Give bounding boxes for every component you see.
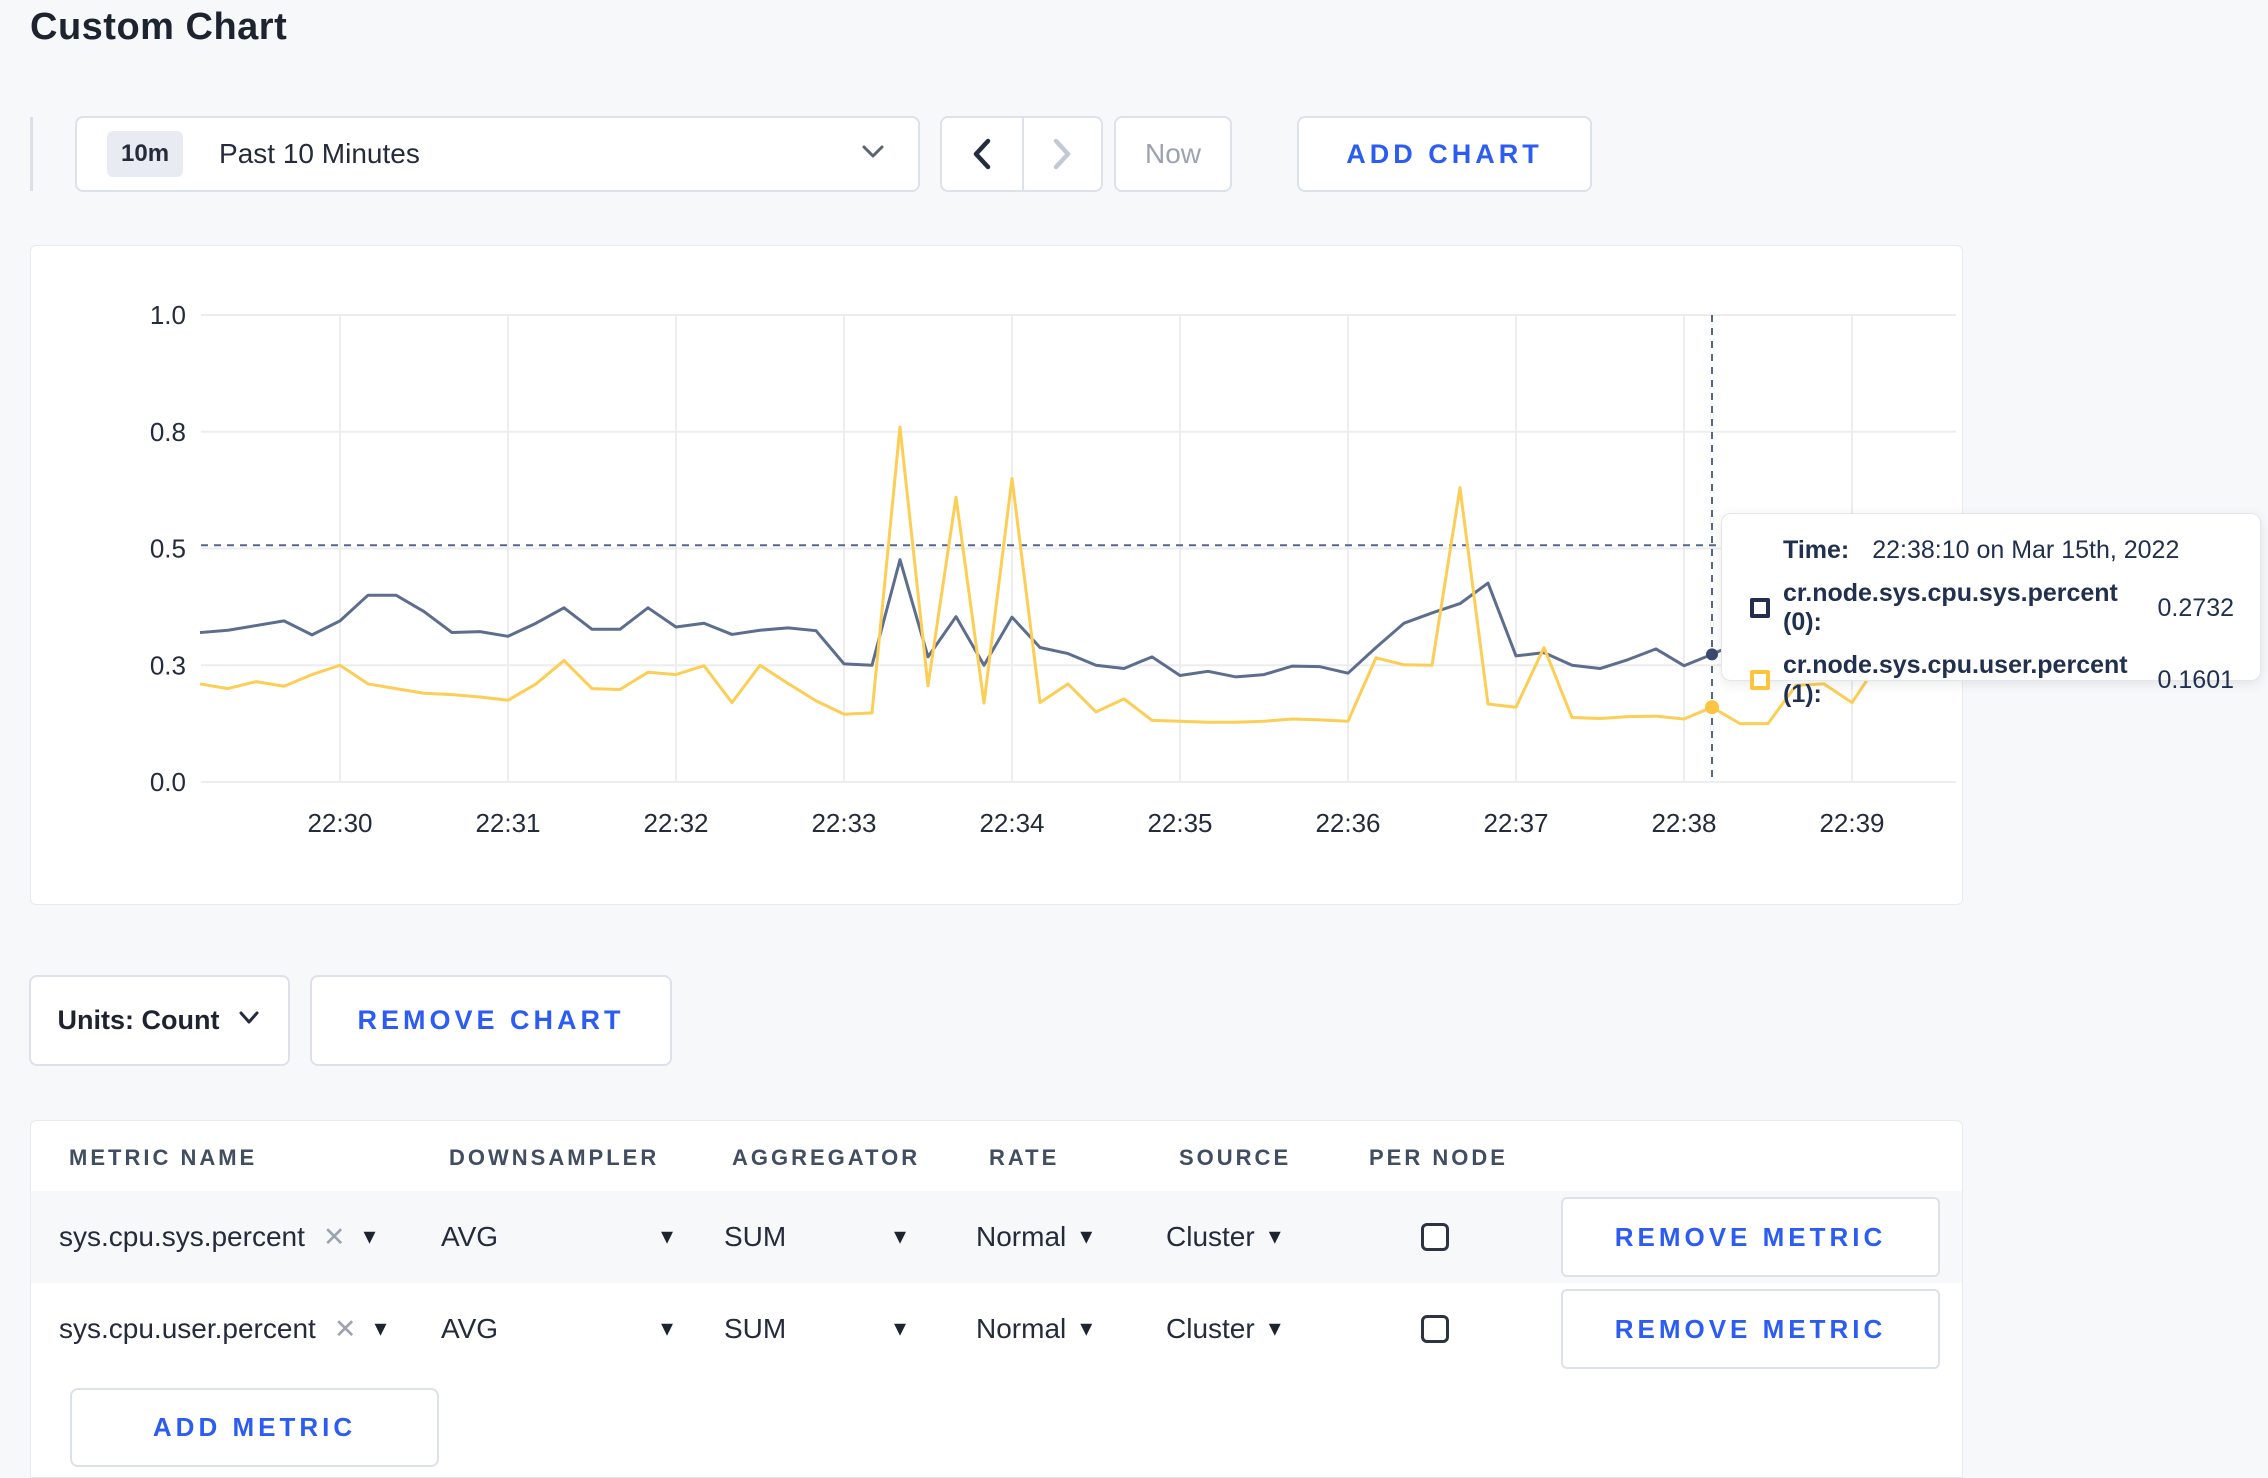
metrics-table: METRIC NAME DOWNSAMPLER AGGREGATOR RATE … <box>30 1120 1963 1478</box>
col-header-per-node: PER NODE <box>1369 1145 1508 1170</box>
svg-text:0.0: 0.0 <box>150 767 186 797</box>
source-select[interactable]: Cluster ▾ <box>1166 1191 1281 1283</box>
svg-text:22:33: 22:33 <box>811 808 876 838</box>
svg-text:22:35: 22:35 <box>1147 808 1212 838</box>
svg-text:0.3: 0.3 <box>150 650 186 680</box>
time-range-label: Past 10 Minutes <box>219 138 420 169</box>
add-chart-button[interactable]: ADD CHART <box>1297 116 1592 192</box>
metrics-table-header: METRIC NAME DOWNSAMPLER AGGREGATOR RATE … <box>31 1121 1962 1191</box>
svg-text:22:32: 22:32 <box>643 808 708 838</box>
time-nav-group <box>940 116 1103 192</box>
tooltip-series-row: cr.node.sys.cpu.sys.percent (0): 0.2732 <box>1750 579 2234 637</box>
caret-down-icon: ▾ <box>660 1315 673 1342</box>
clear-metric-icon[interactable]: ✕ <box>323 1222 346 1253</box>
caret-down-icon: ▾ <box>660 1223 673 1250</box>
next-time-button[interactable] <box>1021 118 1102 190</box>
col-header-metric-name: METRIC NAME <box>69 1145 258 1170</box>
svg-text:22:31: 22:31 <box>475 808 540 838</box>
caret-down-icon: ▾ <box>1080 1223 1093 1250</box>
chart-tooltip: Time: 22:38:10 on Mar 15th, 2022 cr.node… <box>1721 513 2261 708</box>
col-header-rate: RATE <box>989 1145 1060 1170</box>
chevron-right-icon <box>1054 138 1071 170</box>
tooltip-value: 0.2732 <box>2157 593 2234 622</box>
downsampler-select[interactable]: AVG ▾ <box>441 1191 673 1283</box>
aggregator-select[interactable]: SUM ▾ <box>724 1283 906 1375</box>
caret-down-icon: ▾ <box>1268 1223 1281 1250</box>
chevron-down-icon <box>237 1010 261 1031</box>
downsampler-select[interactable]: AVG ▾ <box>441 1283 673 1375</box>
tooltip-time: Time: 22:38:10 on Mar 15th, 2022 <box>1783 536 2180 564</box>
add-metric-button[interactable]: ADD METRIC <box>70 1388 439 1467</box>
col-header-downsampler: DOWNSAMPLER <box>449 1145 660 1170</box>
source-select[interactable]: Cluster ▾ <box>1166 1283 1281 1375</box>
units-dropdown[interactable]: Units: Count <box>29 975 290 1066</box>
chart-svg[interactable]: 0.0 0.3 0.5 0.8 1.0 22:30 22:31 22:32 22:33 22:34… <box>31 246 1962 904</box>
svg-text:22:38: 22:38 <box>1651 808 1716 838</box>
toolbar-divider <box>30 117 33 191</box>
metric-name-select[interactable]: sys.cpu.user.percent ✕ ▾ <box>59 1283 386 1375</box>
tooltip-value: 0.1601 <box>2157 665 2234 694</box>
page-title: Custom Chart <box>30 6 288 48</box>
col-header-source: SOURCE <box>1179 1145 1292 1170</box>
metric-row: sys.cpu.user.percent ✕ ▾ AVG ▾ SUM ▾ Nor… <box>31 1283 1962 1375</box>
remove-metric-button[interactable]: REMOVE METRIC <box>1561 1289 1940 1369</box>
series-swatch-sys <box>1750 598 1770 618</box>
remove-chart-button[interactable]: REMOVE CHART <box>310 975 672 1066</box>
chevron-left-icon <box>973 138 990 170</box>
svg-text:22:30: 22:30 <box>307 808 372 838</box>
caret-down-icon: ▾ <box>1080 1315 1093 1342</box>
prev-time-button[interactable] <box>942 118 1022 190</box>
svg-text:0.8: 0.8 <box>150 417 186 447</box>
svg-text:22:36: 22:36 <box>1315 808 1380 838</box>
caret-down-icon: ▾ <box>893 1223 906 1250</box>
caret-down-icon: ▾ <box>363 1223 376 1250</box>
time-range-badge: 10m <box>107 131 184 177</box>
now-button[interactable]: Now <box>1114 116 1232 192</box>
caret-down-icon: ▾ <box>893 1315 906 1342</box>
chart-card[interactable]: 0.0 0.3 0.5 0.8 1.0 22:30 22:31 22:32 22:33 22:34… <box>30 245 1963 905</box>
clear-metric-icon[interactable]: ✕ <box>334 1314 357 1345</box>
svg-text:22:39: 22:39 <box>1819 808 1884 838</box>
svg-text:1.0: 1.0 <box>150 300 186 330</box>
series-swatch-user <box>1750 670 1770 690</box>
metric-name-select[interactable]: sys.cpu.sys.percent ✕ ▾ <box>59 1191 376 1283</box>
metric-row: sys.cpu.sys.percent ✕ ▾ AVG ▾ SUM ▾ Norm… <box>31 1191 1962 1283</box>
per-node-checkbox[interactable] <box>1421 1315 1449 1343</box>
rate-select[interactable]: Normal ▾ <box>976 1283 1092 1375</box>
col-header-aggregator: AGGREGATOR <box>732 1145 921 1170</box>
svg-text:0.5: 0.5 <box>150 534 186 564</box>
caret-down-icon: ▾ <box>1268 1315 1281 1342</box>
remove-metric-button[interactable]: REMOVE METRIC <box>1561 1197 1940 1277</box>
svg-text:22:34: 22:34 <box>979 808 1044 838</box>
rate-select[interactable]: Normal ▾ <box>976 1191 1092 1283</box>
time-range-dropdown[interactable]: 10m Past 10 Minutes <box>75 116 920 192</box>
chevron-down-icon <box>858 142 888 167</box>
per-node-checkbox[interactable] <box>1421 1223 1449 1251</box>
svg-text:22:37: 22:37 <box>1483 808 1548 838</box>
aggregator-select[interactable]: SUM ▾ <box>724 1191 906 1283</box>
tooltip-series-row: cr.node.sys.cpu.user.percent (1): 0.1601 <box>1750 651 2234 709</box>
caret-down-icon: ▾ <box>374 1315 387 1342</box>
